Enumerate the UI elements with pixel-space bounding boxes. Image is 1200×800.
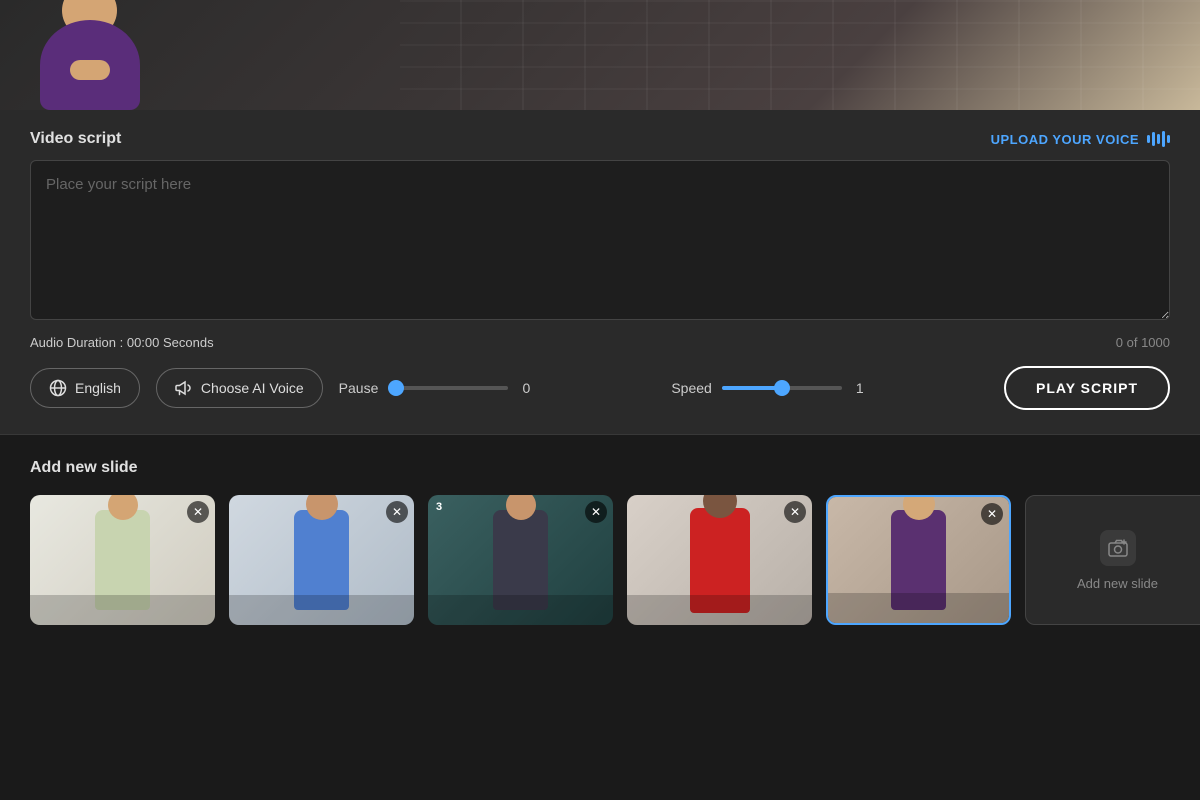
pause-value: 0 <box>518 380 534 396</box>
slide-item-1[interactable]: ✕ <box>30 495 215 625</box>
language-label: English <box>75 380 121 396</box>
slide-item-3[interactable]: 3 ✕ <box>428 495 613 625</box>
slide-item-4[interactable]: ✕ <box>627 495 812 625</box>
char-count: 0 of 1000 <box>1116 335 1170 350</box>
slide-close-5[interactable]: ✕ <box>981 503 1003 525</box>
avatar-figure <box>10 0 170 110</box>
script-header: Video script UPLOAD YOUR VOICE <box>30 130 1170 148</box>
video-background-pattern <box>400 0 1200 110</box>
waveform-icon <box>1147 131 1170 147</box>
slide-item-5[interactable]: ✕ <box>826 495 1011 625</box>
megaphone-icon <box>175 379 193 397</box>
waveform-bar-4 <box>1162 131 1165 147</box>
script-footer: Audio Duration : 00:00 Seconds 0 of 1000 <box>30 335 1170 350</box>
choose-voice-label: Choose AI Voice <box>201 380 304 396</box>
slide-number-3: 3 <box>436 501 442 513</box>
slides-grid: ✕ ✕ 3 ✕ ✕ <box>30 495 1170 625</box>
waveform-bar-1 <box>1147 135 1150 143</box>
camera-plus-icon <box>1107 537 1129 559</box>
waveform-bar-2 <box>1152 132 1155 146</box>
slide-close-1[interactable]: ✕ <box>187 501 209 523</box>
avatar-hands <box>70 60 110 80</box>
speed-value: 1 <box>852 380 868 396</box>
choose-ai-voice-button[interactable]: Choose AI Voice <box>156 368 323 408</box>
slide-bg-3 <box>428 595 613 625</box>
upload-voice-label: UPLOAD YOUR VOICE <box>991 132 1139 147</box>
slides-section: Add new slide ✕ ✕ 3 ✕ <box>0 435 1200 649</box>
pause-slider-group: Pause 0 <box>339 380 656 396</box>
slides-title: Add new slide <box>30 459 1170 477</box>
slide-item-2[interactable]: ✕ <box>229 495 414 625</box>
speed-label: Speed <box>671 380 711 396</box>
slide-close-2[interactable]: ✕ <box>386 501 408 523</box>
play-script-button[interactable]: PLAY SCRIPT <box>1004 366 1170 410</box>
add-slide-icon <box>1100 530 1136 566</box>
waveform-bar-3 <box>1157 134 1160 144</box>
speed-slider[interactable] <box>722 386 842 390</box>
script-section: Video script UPLOAD YOUR VOICE Audio Dur… <box>0 110 1200 435</box>
slide-bg-2 <box>229 595 414 625</box>
slide-bg-4 <box>627 595 812 625</box>
script-title: Video script <box>30 130 121 148</box>
language-button[interactable]: English <box>30 368 140 408</box>
play-script-label: PLAY SCRIPT <box>1036 380 1138 396</box>
add-new-slide-card[interactable]: Add new slide <box>1025 495 1200 625</box>
waveform-bar-5 <box>1167 135 1170 143</box>
pause-label: Pause <box>339 380 379 396</box>
video-preview-area <box>0 0 1200 110</box>
pause-slider[interactable] <box>388 386 508 390</box>
globe-icon <box>49 379 67 397</box>
slide-bg-1 <box>30 595 215 625</box>
slide-close-4[interactable]: ✕ <box>784 501 806 523</box>
speed-slider-group: Speed 1 <box>671 380 988 396</box>
upload-voice-button[interactable]: UPLOAD YOUR VOICE <box>991 131 1170 147</box>
add-slide-label: Add new slide <box>1077 576 1158 591</box>
controls-row: English Choose AI Voice Pause 0 Speed 1 … <box>30 366 1170 414</box>
slide-close-3[interactable]: ✕ <box>585 501 607 523</box>
slide-bg-5 <box>828 593 1009 623</box>
audio-duration: Audio Duration : 00:00 Seconds <box>30 335 214 350</box>
script-textarea[interactable] <box>30 160 1170 320</box>
